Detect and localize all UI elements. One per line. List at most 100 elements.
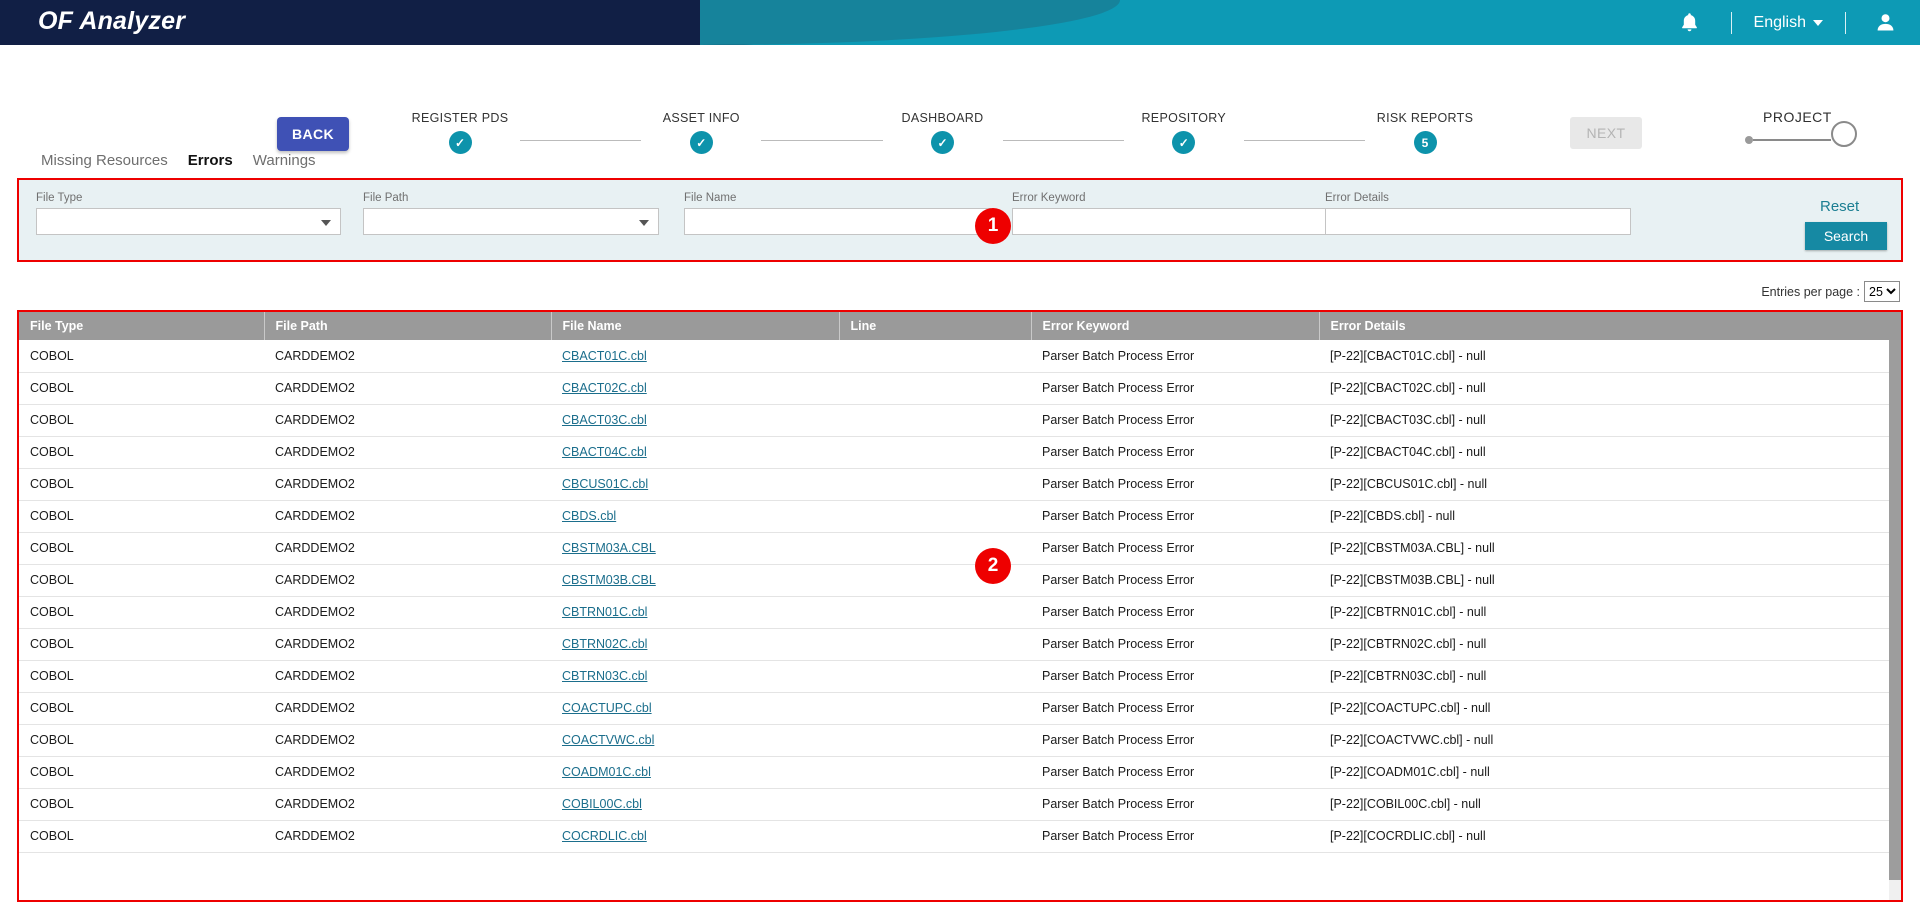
wizard-stepper-bar: BACK REGISTER PDS ✓ ASSET INFO ✓ DASHBOA… xyxy=(0,45,1920,154)
error-details-input[interactable] xyxy=(1325,208,1631,235)
table-row: COBOL CARDDEMO2 CBTRN02C.cbl Parser Batch P… xyxy=(19,628,1901,661)
cell-error-keyword: Parser Batch Process Error xyxy=(1031,532,1319,565)
cell-line xyxy=(839,468,1031,501)
step-label: DASHBOARD xyxy=(901,111,984,125)
table-row: COBOL CARDDEMO2 CBTRN01C.cbl Parser Batch P… xyxy=(19,596,1901,629)
file-path-select[interactable] xyxy=(363,208,659,235)
tab-warnings[interactable]: Warnings xyxy=(250,150,319,171)
file-name-link[interactable]: CBTRN03C.cbl xyxy=(562,669,647,683)
tab-missing-resources[interactable]: Missing Resources xyxy=(38,150,171,171)
cell-error-details: [P-22][CBTRN02C.cbl] - null xyxy=(1319,628,1901,661)
cell-error-details: [P-22][CBSTM03B.CBL] - null xyxy=(1319,564,1901,597)
cell-file-path: CARDDEMO2 xyxy=(264,564,551,597)
file-name-link[interactable]: COCRDLIC.cbl xyxy=(562,829,647,843)
step-asset-info[interactable]: ASSET INFO ✓ xyxy=(641,111,761,154)
cell-file-name: COCRDLIC.cbl xyxy=(551,820,839,853)
cell-line xyxy=(839,692,1031,725)
filter-error-details-label: Error Details xyxy=(1325,192,1389,204)
user-icon[interactable] xyxy=(1868,0,1902,45)
column-header-error-keyword[interactable]: Error Keyword xyxy=(1031,312,1320,340)
cell-error-details: [P-22][CBCUS01C.cbl] - null xyxy=(1319,468,1901,501)
back-button[interactable]: BACK xyxy=(277,117,349,151)
stepper-steps: REGISTER PDS ✓ ASSET INFO ✓ DASHBOARD ✓ … xyxy=(400,111,1485,161)
cell-file-path: CARDDEMO2 xyxy=(264,500,551,533)
column-header-line[interactable]: Line xyxy=(839,312,1032,340)
column-header-file-type[interactable]: File Type xyxy=(19,312,265,340)
filter-error-keyword: Error Keyword xyxy=(1012,192,1332,235)
cell-file-name: CBTRN03C.cbl xyxy=(551,660,839,693)
cell-file-type: COBOL xyxy=(19,820,264,853)
cell-file-name: COACTUPC.cbl xyxy=(551,692,839,725)
filter-file-type-label: File Type xyxy=(36,192,83,204)
reset-button[interactable]: Reset xyxy=(1820,198,1859,215)
header-actions: English xyxy=(1671,0,1902,45)
table-row: COBOL CARDDEMO2 COACTVWC.cbl Parser Batch P… xyxy=(19,724,1901,757)
scrollbar-thumb[interactable] xyxy=(1889,340,1901,880)
cell-error-details: [P-22][COACTVWC.cbl] - null xyxy=(1319,724,1901,757)
step-register-pds[interactable]: REGISTER PDS ✓ xyxy=(400,111,520,154)
column-header-file-name[interactable]: File Name xyxy=(551,312,840,340)
cell-file-name: COACTVWC.cbl xyxy=(551,724,839,757)
file-name-link[interactable]: COACTVWC.cbl xyxy=(562,733,654,747)
error-keyword-input[interactable] xyxy=(1012,208,1332,235)
cell-error-keyword: Parser Batch Process Error xyxy=(1031,404,1319,437)
cell-file-path: CARDDEMO2 xyxy=(264,756,551,789)
project-end-circle xyxy=(1831,121,1857,147)
file-name-link[interactable]: CBSTM03A.CBL xyxy=(562,541,656,555)
column-header-file-path[interactable]: File Path xyxy=(264,312,552,340)
cell-line xyxy=(839,788,1031,821)
errors-table: File Type File Path File Name Line Error… xyxy=(19,312,1901,853)
file-type-select[interactable] xyxy=(36,208,341,235)
table-vertical-scrollbar[interactable] xyxy=(1889,340,1901,900)
file-name-link[interactable]: CBACT02C.cbl xyxy=(562,381,647,395)
language-selector[interactable]: English xyxy=(1754,14,1823,32)
bell-icon[interactable] xyxy=(1671,0,1709,45)
search-button[interactable]: Search xyxy=(1805,222,1887,250)
step-repository[interactable]: REPOSITORY ✓ xyxy=(1124,111,1244,154)
file-name-link[interactable]: CBACT04C.cbl xyxy=(562,445,647,459)
cell-error-details: [P-22][COADM01C.cbl] - null xyxy=(1319,756,1901,789)
file-name-link[interactable]: CBDS.cbl xyxy=(562,509,616,523)
chevron-down-icon xyxy=(639,220,649,226)
file-name-link[interactable]: CBSTM03B.CBL xyxy=(562,573,656,587)
step-dashboard[interactable]: DASHBOARD ✓ xyxy=(883,111,1003,154)
cell-file-type: COBOL xyxy=(19,692,264,725)
step-status-number: 5 xyxy=(1413,131,1437,154)
file-name-link[interactable]: COACTUPC.cbl xyxy=(562,701,652,715)
file-name-link[interactable]: CBACT01C.cbl xyxy=(562,349,647,363)
step-risk-reports[interactable]: RISK REPORTS 5 xyxy=(1365,111,1485,154)
file-name-link[interactable]: CBCUS01C.cbl xyxy=(562,477,648,491)
cell-error-keyword: Parser Batch Process Error xyxy=(1031,340,1319,373)
cell-file-path: CARDDEMO2 xyxy=(264,788,551,821)
table-row: COBOL CARDDEMO2 COADM01C.cbl Parser Batch P… xyxy=(19,756,1901,789)
file-name-link[interactable]: CBTRN01C.cbl xyxy=(562,605,647,619)
cell-file-type: COBOL xyxy=(19,596,264,629)
table-header: File Type File Path File Name Line Error… xyxy=(19,312,1901,340)
step-connector xyxy=(761,140,883,141)
filter-error-details: Error Details xyxy=(1325,192,1631,235)
file-name-input[interactable] xyxy=(684,208,991,235)
file-name-link[interactable]: CBACT03C.cbl xyxy=(562,413,647,427)
search-filter-panel: File Type File Path File Name Error Keyw… xyxy=(17,178,1903,262)
project-label: PROJECT xyxy=(1763,109,1832,125)
entries-per-page-select[interactable]: 25 xyxy=(1864,281,1900,302)
column-header-error-details[interactable]: Error Details xyxy=(1319,312,1901,340)
cell-error-details: [P-22][CBACT01C.cbl] - null xyxy=(1319,340,1901,373)
app-header: OF Analyzer English xyxy=(0,0,1920,45)
cell-line xyxy=(839,404,1031,437)
entries-per-page: Entries per page : 25 xyxy=(1761,281,1900,302)
file-name-link[interactable]: COADM01C.cbl xyxy=(562,765,651,779)
cell-file-path: CARDDEMO2 xyxy=(264,596,551,629)
chevron-down-icon xyxy=(321,220,331,226)
report-tabs: Missing Resources Errors Warnings xyxy=(38,150,319,171)
file-name-link[interactable]: CBTRN02C.cbl xyxy=(562,637,647,651)
step-status-icon: ✓ xyxy=(689,131,713,154)
annotation-badge-1: 1 xyxy=(975,208,1011,244)
file-name-link[interactable]: COBIL00C.cbl xyxy=(562,797,642,811)
next-button[interactable]: NEXT xyxy=(1570,117,1642,149)
tab-errors[interactable]: Errors xyxy=(185,150,236,171)
cell-file-path: CARDDEMO2 xyxy=(264,660,551,693)
cell-file-type: COBOL xyxy=(19,340,264,373)
step-label: ASSET INFO xyxy=(662,111,740,125)
cell-line xyxy=(839,628,1031,661)
